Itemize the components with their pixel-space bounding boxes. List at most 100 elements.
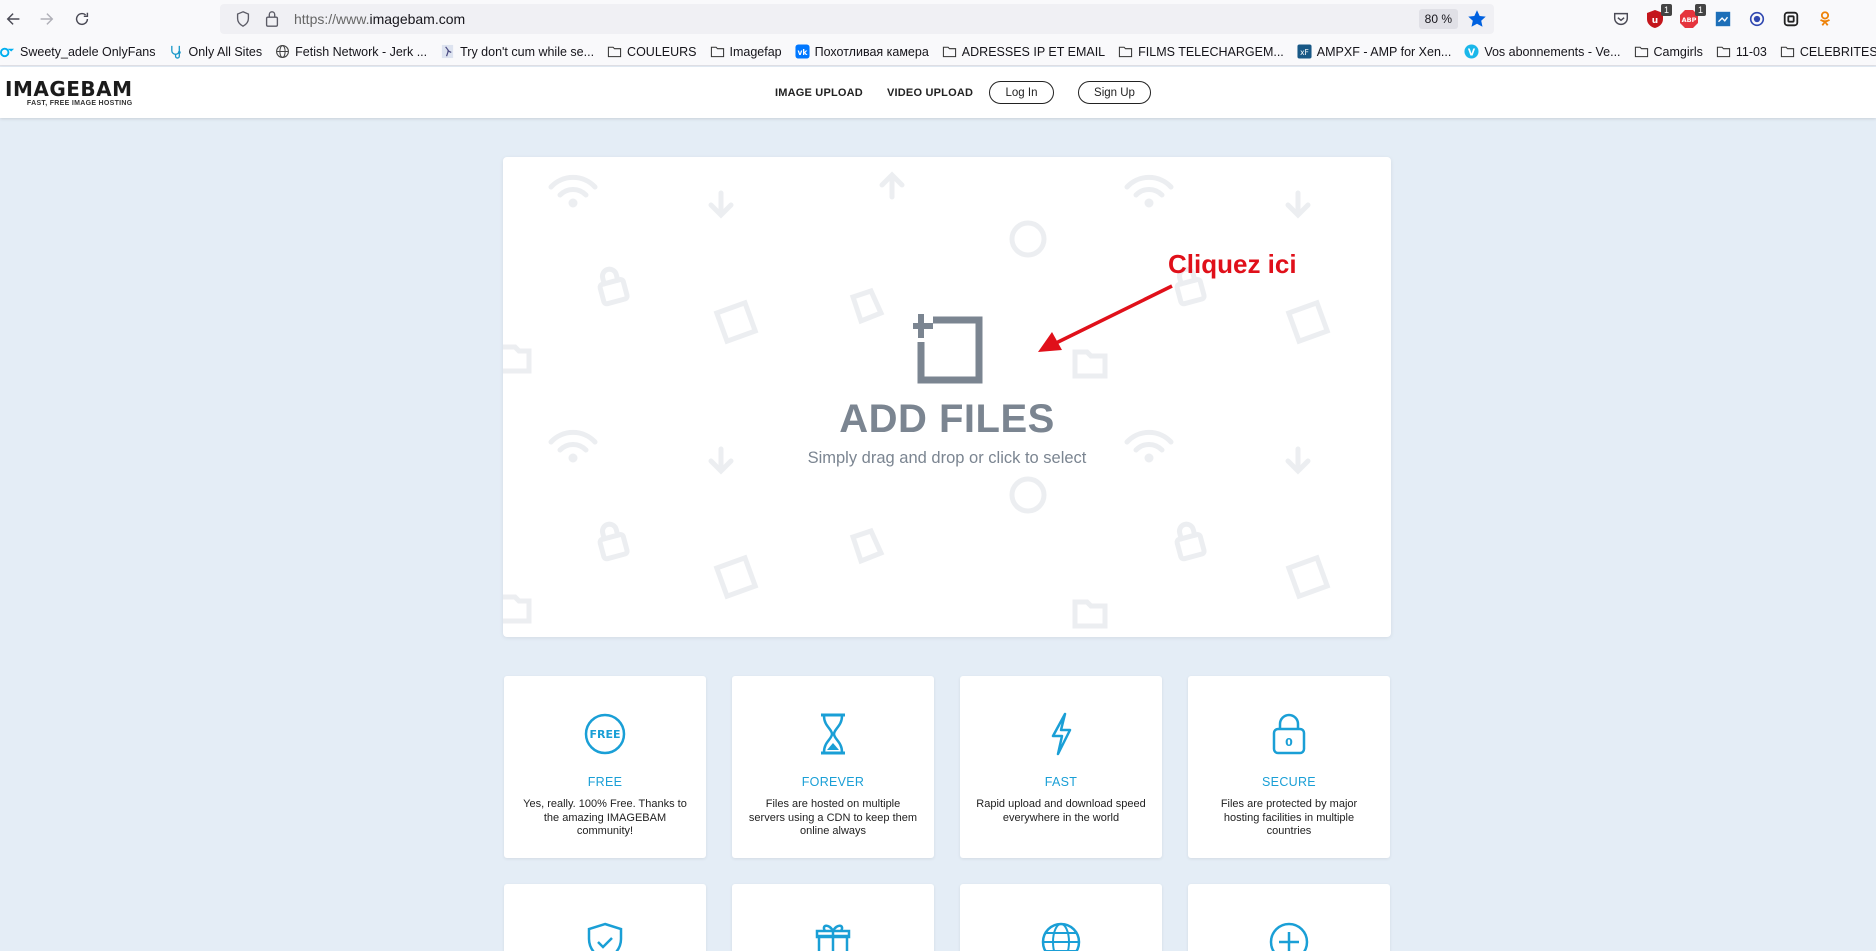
site-header: IMAGEBAM FAST, FREE IMAGE HOSTING IMAGE … [0, 67, 1876, 118]
add-files-title[interactable]: ADD FILES [503, 397, 1391, 442]
folder-icon [1634, 44, 1649, 59]
figure-icon [440, 44, 455, 59]
padlock-icon: 0 [1272, 713, 1306, 755]
screenshot-extension-icon[interactable] [1712, 8, 1734, 30]
bookmark-item[interactable]: xF AMPXF - AMP for Xen... [1297, 44, 1452, 59]
feature-card-free: FREE FREE Yes, really. 100% Free. Thanks… [504, 676, 706, 858]
back-button[interactable] [0, 5, 28, 33]
annotation-arrow-icon [1038, 284, 1173, 352]
bookmark-label: Fetish Network - Jerk ... [295, 44, 428, 59]
feature-description: Files are hosted on multiple servers usi… [748, 798, 918, 837]
bookmark-item[interactable]: Fetish Network - Jerk ... [275, 44, 427, 59]
svg-text:V: V [1468, 47, 1476, 58]
onlyfans-icon [0, 44, 15, 59]
svg-text:ABP: ABP [1682, 16, 1697, 24]
bookmark-label: CELEBRITES [1799, 44, 1876, 59]
bookmark-label: FILMS TELECHARGEM... [1138, 44, 1284, 59]
bookmark-item[interactable]: Only All Sites [169, 44, 262, 59]
feature-title: FAST [1044, 775, 1078, 789]
svg-text:FREE: FREE [589, 728, 620, 741]
feature-description: Files are protected by major hosting fac… [1220, 798, 1358, 837]
lock-icon[interactable] [264, 10, 280, 28]
ublock-badge: 1 [1660, 4, 1672, 16]
folder-icon [1716, 44, 1731, 59]
globe-icon [1041, 922, 1081, 951]
pocket-icon[interactable] [1610, 8, 1632, 30]
imagebam-logo[interactable]: IMAGEBAM FAST, FREE IMAGE HOSTING [5, 79, 133, 107]
bookmark-item[interactable]: Sweety_adele OnlyFans [0, 44, 156, 59]
bookmark-label: Try don't cum while se... [460, 44, 595, 59]
adblock-icon[interactable]: ABP 1 [1678, 4, 1706, 30]
feature-title: FREE [587, 775, 623, 789]
svg-text:0: 0 [1285, 736, 1293, 749]
zoom-level-badge[interactable]: 80 % [1418, 9, 1458, 29]
bookmark-label: Sweety_adele OnlyFans [20, 44, 156, 59]
svg-text:xF: xF [1300, 48, 1309, 57]
bookmark-folder[interactable]: ADRESSES IP ET EMAIL [942, 44, 1105, 59]
bookmark-folder[interactable]: FILMS TELECHARGEM... [1118, 44, 1284, 59]
logo-tagline: FAST, FREE IMAGE HOSTING [26, 100, 133, 107]
shield-check-icon [587, 922, 623, 951]
add-file-icon[interactable] [913, 314, 983, 384]
bookmark-folder[interactable]: Camgirls [1634, 44, 1703, 59]
adblock-badge: 1 [1694, 4, 1706, 16]
plus-circle-icon [1269, 922, 1309, 951]
bookmark-label: Vos abonnements - Ve... [1484, 44, 1621, 59]
feature-description: Rapid upload and download speed everywhe… [976, 798, 1146, 824]
upload-dropzone[interactable]: ADD FILES Simply drag and drop or click … [503, 157, 1391, 637]
nav-image-upload[interactable]: IMAGE UPLOAD [775, 87, 863, 99]
svg-text:u: u [1652, 16, 1658, 26]
annotation-label: Cliquez ici [1168, 249, 1297, 279]
reload-button[interactable] [68, 5, 96, 33]
arrow-left-icon [6, 13, 20, 25]
v-icon: V [1464, 44, 1479, 59]
bookmark-label: ADRESSES IP ET EMAIL [961, 44, 1106, 59]
stethoscope-icon [169, 44, 184, 59]
bookmark-folder[interactable]: COULEURS [607, 44, 697, 59]
folder-icon [942, 44, 957, 59]
bookmark-folder[interactable]: CELEBRITES [1780, 44, 1876, 59]
forward-button[interactable] [32, 5, 60, 33]
bookmark-star-icon[interactable] [1466, 8, 1488, 30]
bookmark-label: Похотливая камера [814, 44, 929, 59]
folder-icon [710, 44, 725, 59]
lightning-icon [1051, 712, 1072, 756]
bookmark-label: Imagefap [729, 44, 782, 59]
login-button[interactable]: Log In [989, 81, 1054, 104]
feature-card [1188, 884, 1390, 951]
signup-button[interactable]: Sign Up [1078, 81, 1151, 104]
bookmarks-bar: Sweety_adele OnlyFans Only All Sites Fet… [0, 38, 1876, 66]
feature-card [504, 884, 706, 951]
feature-card-forever: FOREVER Files are hosted on multiple ser… [732, 676, 934, 858]
add-files-subtitle: Simply drag and drop or click to select [807, 449, 1087, 467]
xf-icon: xF [1297, 44, 1312, 59]
bookmark-item[interactable]: Try don't cum while se... [440, 44, 594, 59]
bookmark-folder[interactable]: 11-03 [1716, 44, 1767, 59]
feature-card [732, 884, 934, 951]
tracking-shield-icon[interactable] [234, 10, 252, 28]
url-bar[interactable]: https://www.imagebam.com 80 % [220, 4, 1494, 34]
url-host: imagebam.com [369, 11, 466, 27]
globe-icon [275, 44, 290, 59]
ublock-icon[interactable]: u 1 [1644, 4, 1672, 30]
bookmark-item[interactable]: V Vos abonnements - Ve... [1464, 44, 1621, 59]
feature-title: SECURE [1262, 775, 1316, 789]
bookmark-item[interactable]: vk Похотливая камера [795, 44, 929, 59]
url-text[interactable]: https://www.imagebam.com [294, 11, 465, 27]
nav-video-upload[interactable]: VIDEO UPLOAD [887, 87, 973, 99]
odnoklassniki-icon[interactable] [1814, 8, 1836, 30]
hourglass-icon [821, 713, 845, 755]
folder-icon [607, 44, 622, 59]
bookmark-folder[interactable]: Imagefap [710, 44, 782, 59]
eye-extension-icon[interactable] [1746, 8, 1768, 30]
bookmark-label: 11-03 [1735, 44, 1767, 59]
bookmark-label: COULEURS [627, 44, 697, 59]
bookmark-label: AMPXF - AMP for Xen... [1316, 44, 1452, 59]
svg-text:vk: vk [797, 48, 808, 57]
feature-title: FOREVER [801, 775, 865, 789]
copy-extension-icon[interactable] [1780, 8, 1802, 30]
reload-icon [75, 12, 89, 26]
bookmark-label: Camgirls [1653, 44, 1703, 59]
extensions-area: u 1 ABP 1 [1610, 0, 1836, 38]
feature-card [960, 884, 1162, 951]
